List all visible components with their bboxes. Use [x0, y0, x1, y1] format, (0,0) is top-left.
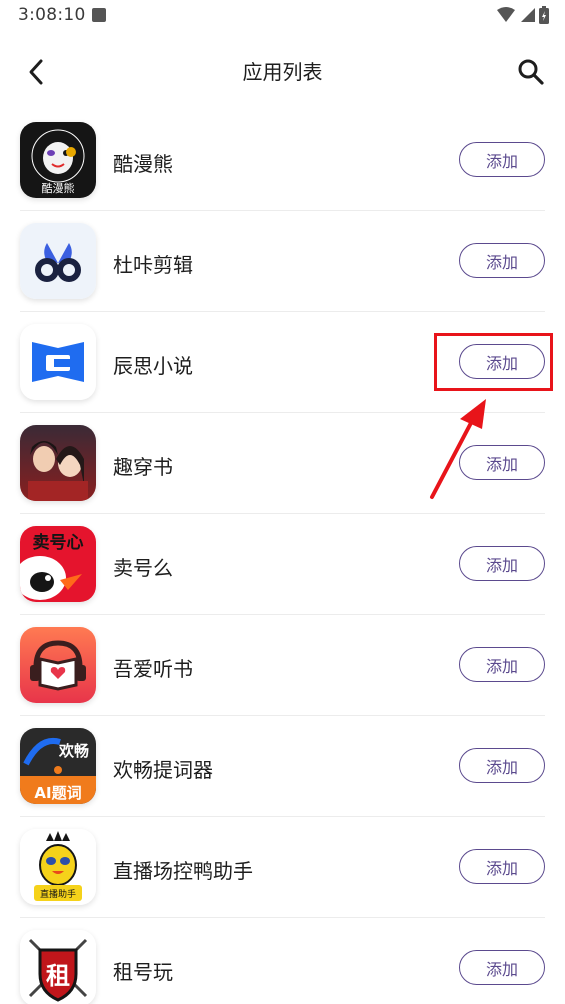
add-button[interactable]: 添加: [459, 445, 545, 480]
list-item: 卖号心 卖号么 添加: [0, 514, 565, 615]
list-item: 辰思小说 添加: [0, 312, 565, 413]
search-icon: [518, 59, 544, 85]
svg-text:酷漫熊: 酷漫熊: [42, 181, 75, 195]
list-item: 欢畅 AI题词 欢畅提词器 添加: [0, 716, 565, 817]
battery-icon: [539, 6, 549, 24]
list-item: 直播助手 直播场控鸭助手 添加: [0, 817, 565, 918]
app-name: 卖号么: [113, 556, 173, 580]
svg-text:卖号心: 卖号心: [33, 532, 84, 553]
add-button[interactable]: 添加: [459, 344, 545, 379]
list-item: 吾爱听书 添加: [0, 615, 565, 716]
app-name: 吾爱听书: [113, 657, 193, 681]
app-name: 酷漫熊: [113, 152, 173, 176]
app-icon-quchuanshu: [20, 425, 96, 501]
app-name: 杜咔剪辑: [113, 253, 193, 277]
add-button[interactable]: 添加: [459, 950, 545, 985]
app-name: 租号玩: [113, 960, 173, 984]
status-icons: [497, 6, 549, 24]
app-name: 直播场控鸭助手: [113, 859, 253, 883]
list-item: 趣穿书 添加: [0, 413, 565, 514]
svg-text:欢畅: 欢畅: [58, 742, 89, 760]
app-icon-zhibo: 直播助手: [20, 829, 96, 905]
svg-text:租: 租: [46, 962, 70, 990]
app-icon-duka: [20, 223, 96, 299]
app-icon-zuhaowan: 租: [20, 930, 96, 1004]
add-button[interactable]: 添加: [459, 546, 545, 581]
page-title: 应用列表: [242, 60, 323, 84]
signal-icon: [521, 8, 535, 22]
list-item: 租 租号玩 添加: [0, 918, 565, 1004]
svg-text:直播助手: 直播助手: [40, 888, 76, 900]
list-item: 酷漫熊 酷漫熊 添加: [0, 110, 565, 211]
app-icon-wuaitingshu: [20, 627, 96, 703]
app-name: 辰思小说: [113, 354, 193, 378]
screen: 3:08:10 应用列表 酷漫熊 酷漫熊 添加 杜咔剪辑 添加 辰思小说 添加 …: [0, 0, 565, 1004]
app-icon-chensi: [20, 324, 96, 400]
add-button[interactable]: 添加: [459, 142, 545, 177]
app-name: 趣穿书: [113, 455, 173, 479]
add-button[interactable]: 添加: [459, 748, 545, 783]
app-icon-huanchang: 欢畅 AI题词: [20, 728, 96, 804]
status-bar: 3:08:10: [0, 0, 565, 32]
app-list: 酷漫熊 酷漫熊 添加 杜咔剪辑 添加 辰思小说 添加 趣穿书 添加 卖号心 卖号…: [0, 110, 565, 1004]
app-name: 欢畅提词器: [113, 758, 213, 782]
list-item: 杜咔剪辑 添加: [0, 211, 565, 312]
status-time: 3:08:10: [18, 5, 86, 25]
add-button[interactable]: 添加: [459, 243, 545, 278]
svg-text:AI题词: AI题词: [34, 784, 81, 802]
notification-icon: [92, 8, 106, 22]
app-icon-kumanxiong: 酷漫熊: [20, 122, 96, 198]
wifi-icon: [497, 7, 515, 22]
search-button[interactable]: [511, 52, 551, 92]
header: 应用列表: [0, 32, 565, 110]
app-icon-maihaome: 卖号心: [20, 526, 96, 602]
add-button[interactable]: 添加: [459, 849, 545, 884]
add-button[interactable]: 添加: [459, 647, 545, 682]
